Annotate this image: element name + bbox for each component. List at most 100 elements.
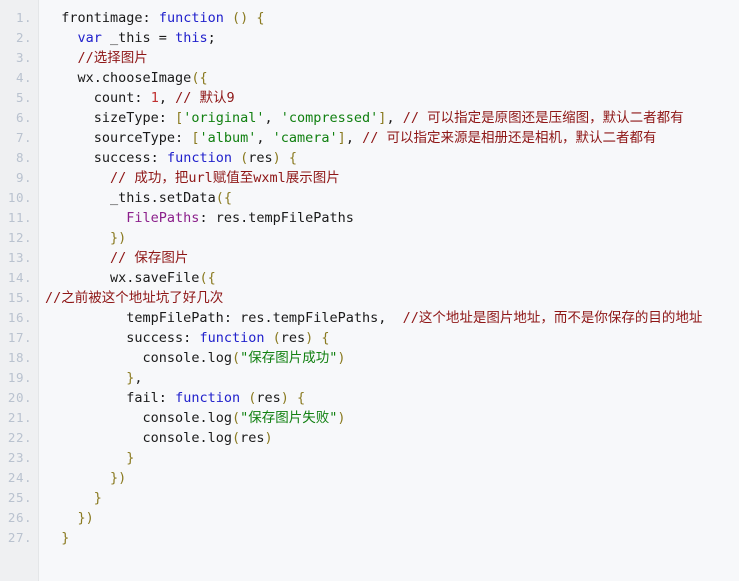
line-number: 8. [15, 150, 32, 165]
line-number: 18. [7, 350, 32, 365]
code-line: sourceType: ['album', 'camera'], // 可以指定… [45, 128, 739, 148]
code-token: ) [337, 410, 346, 426]
code-line: console.log(res) [45, 428, 739, 448]
code-token: { [256, 10, 265, 26]
code-token: res [256, 390, 281, 406]
line-number: 4. [15, 70, 32, 85]
code-token: , [158, 90, 176, 106]
code-line: tempFilePath: res.tempFilePaths, //这个地址是… [45, 308, 739, 328]
code-token: // 可以指定来源是相册还是相机，默认二者都有 [362, 130, 657, 146]
code-token: , [386, 110, 403, 126]
code-line: success: function (res) { [45, 328, 739, 348]
line-number: 10. [7, 190, 32, 205]
code-snippet-viewer: 1. 2. 3. 4. 5. 6. 7. 8. 9. 10. 11. 12. 13. 14. 15. 16. 1… [0, 0, 739, 581]
code-token: // 保存图片 [110, 250, 189, 266]
code-token: this [175, 30, 208, 46]
line-number-gutter: 1. 2. 3. 4. 5. 6. 7. 8. 9. 10. 11. 12. 13. 14. 15. 16. 1… [0, 0, 39, 581]
code-token: , [345, 130, 363, 146]
code-token: var [77, 30, 102, 46]
code-token: frontimage [61, 10, 143, 26]
code-token: { [321, 330, 330, 346]
code-token: , [264, 110, 281, 126]
code-token: : [142, 10, 159, 26]
line-number: 19. [7, 370, 32, 385]
code-token: success: [45, 150, 167, 166]
code-line: frontimage: function () { [45, 8, 739, 28]
code-line: } [45, 528, 739, 548]
code-token: res [240, 430, 265, 446]
code-token: ({ [215, 190, 232, 206]
line-number: 17. [7, 330, 32, 345]
code-token: ( [231, 350, 241, 366]
code-token: res [280, 330, 306, 346]
code-token: function [158, 10, 224, 26]
code-token: _this.setData [45, 190, 216, 206]
code-token: "保存图片失败" [240, 410, 338, 426]
code-token: ({ [199, 270, 216, 286]
line-number: 1. [15, 10, 32, 25]
code-token: ( [272, 330, 281, 346]
code-content-area[interactable]: frontimage: function () { var _this = th… [39, 0, 739, 581]
code-token: }) [110, 470, 127, 486]
code-token: ) [337, 350, 346, 366]
line-number: 20. [7, 390, 32, 405]
code-line: } [45, 448, 739, 468]
code-token: 'camera' [272, 130, 338, 146]
code-token: function [166, 150, 232, 166]
code-token: ( [231, 430, 241, 446]
code-token: ) [264, 430, 273, 446]
code-token: "保存图片成功" [240, 350, 338, 366]
code-token: // 可以指定是原图还是压缩图，默认二者都有 [402, 110, 684, 126]
code-token: wx.chooseImage [45, 70, 192, 86]
line-number: 3. [15, 50, 32, 65]
code-token: ({ [191, 70, 208, 86]
code-token: ; [207, 30, 216, 46]
code-line: //选择图片 [45, 48, 739, 68]
code-token: //选择图片 [77, 50, 148, 66]
code-token: : res.tempFilePaths [199, 210, 354, 226]
code-line: }, [45, 368, 739, 388]
code-token: ] [337, 130, 346, 146]
code-line: //之前被这个地址坑了好几次 [45, 288, 739, 308]
code-token: console.log [45, 350, 232, 366]
line-number: 13. [7, 250, 32, 265]
line-number: 21. [7, 410, 32, 425]
code-token: _this = [101, 30, 176, 46]
code-token: () [231, 10, 249, 26]
code-token: fail: [45, 390, 176, 406]
line-number: 16. [7, 310, 32, 325]
code-token: 'compressed' [280, 110, 379, 126]
code-token: , [134, 370, 143, 386]
code-line: }) [45, 468, 739, 488]
code-line: count: 1, // 默认9 [45, 88, 739, 108]
code-token: //之前被这个地址坑了好几次 [45, 290, 224, 306]
code-token: sizeType: [45, 110, 176, 126]
line-number: 22. [7, 430, 32, 445]
code-token: [ [175, 110, 184, 126]
code-line: console.log("保存图片失败") [45, 408, 739, 428]
code-line: fail: function (res) { [45, 388, 739, 408]
code-line: FilePaths: res.tempFilePaths [45, 208, 739, 228]
line-number: 7. [15, 130, 32, 145]
code-token: { [297, 390, 306, 406]
code-token: 1 [150, 90, 159, 106]
code-token: sourceType: [45, 130, 192, 146]
line-number: 11. [7, 210, 32, 225]
code-line: success: function (res) { [45, 148, 739, 168]
code-line: console.log("保存图片成功") [45, 348, 739, 368]
code-token: console.log [45, 430, 232, 446]
code-token: ) [280, 390, 289, 406]
line-number: 12. [7, 230, 32, 245]
